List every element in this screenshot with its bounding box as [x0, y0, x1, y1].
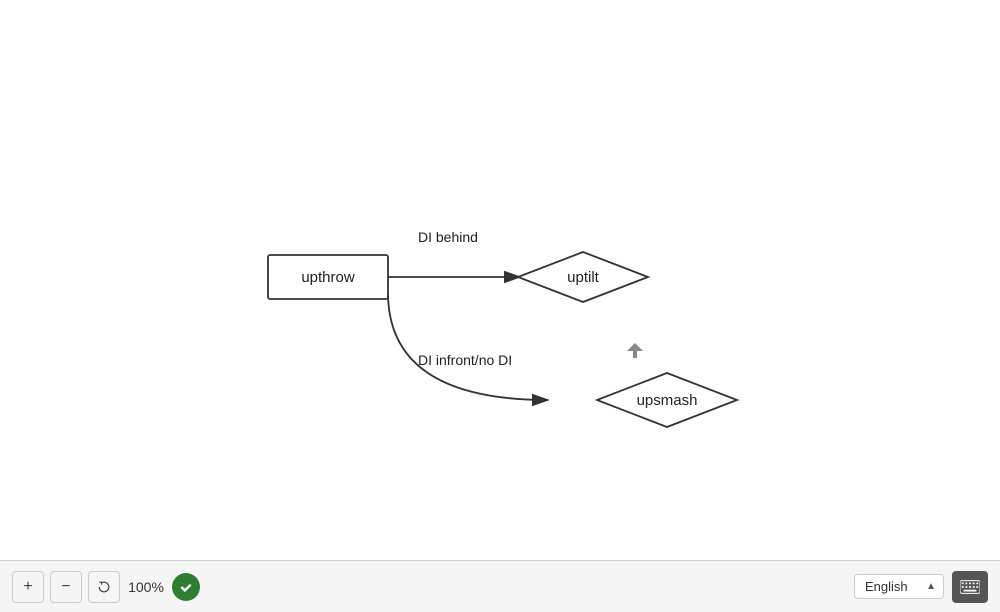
check-status-icon[interactable]: [172, 573, 200, 601]
node-uptilt-label: uptilt: [567, 269, 600, 286]
bottom-left-controls: + − 100%: [12, 571, 200, 603]
label-di-behind: DI behind: [418, 229, 478, 245]
node-upsmash-label: upsmash: [637, 392, 698, 409]
bottom-bar: + − 100% English Español Français ▲: [0, 560, 1000, 612]
keyboard-button[interactable]: [952, 571, 988, 603]
label-di-infront: DI infront/no DI: [418, 352, 512, 368]
zoom-in-button[interactable]: +: [12, 571, 44, 603]
language-wrapper: English Español Français ▲: [854, 574, 944, 599]
node-upthrow-label: upthrow: [301, 269, 355, 286]
zoom-reset-button[interactable]: [88, 571, 120, 603]
zoom-out-button[interactable]: −: [50, 571, 82, 603]
language-select[interactable]: English Español Français: [854, 574, 944, 599]
zoom-level-label: 100%: [126, 579, 166, 595]
arrow-upthrow-upsmash: [388, 295, 548, 400]
diagram-svg: upthrow uptilt DI behind upsmash DI infr…: [0, 0, 1000, 560]
cursor-indicator: [627, 343, 643, 358]
bottom-right-controls: English Español Français ▲: [854, 571, 988, 603]
canvas-area[interactable]: upthrow uptilt DI behind upsmash DI infr…: [0, 0, 1000, 560]
